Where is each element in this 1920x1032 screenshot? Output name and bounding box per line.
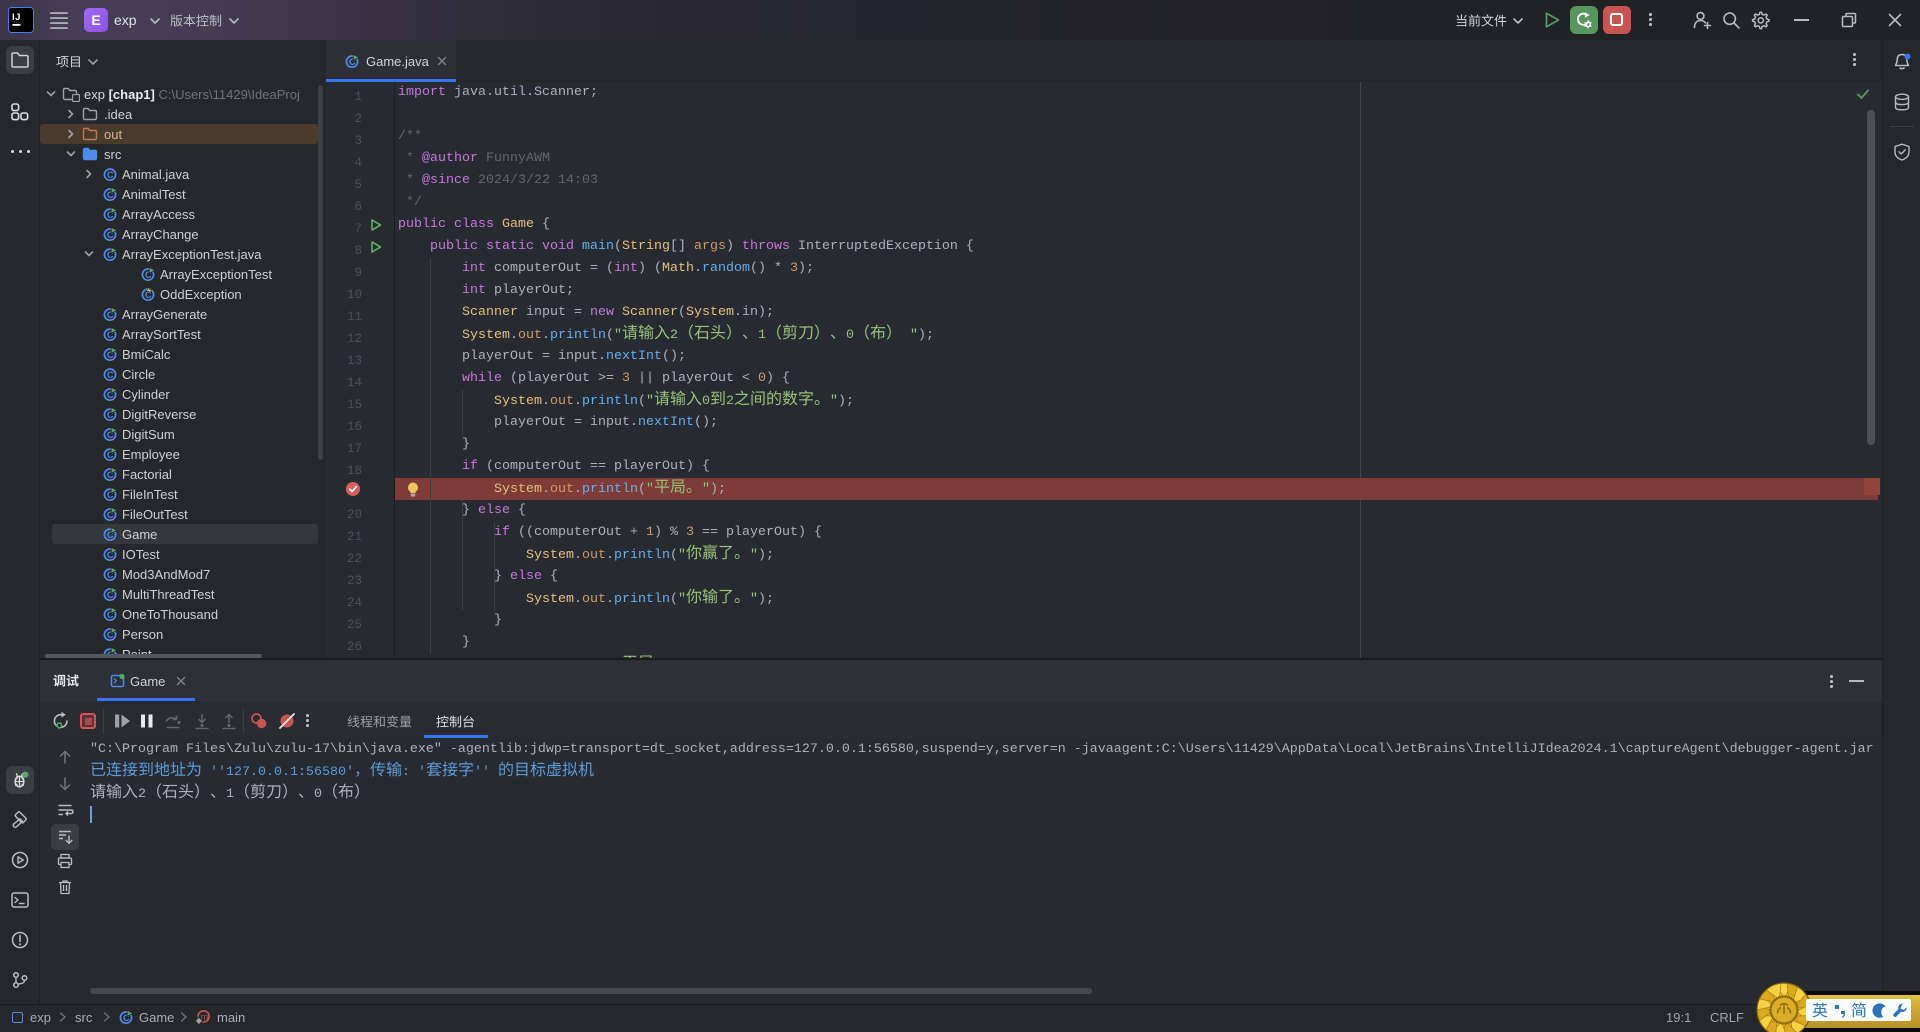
svg-text:C: C: [107, 370, 114, 380]
svg-text:IJ: IJ: [12, 12, 21, 23]
svg-text:C: C: [145, 290, 152, 300]
svg-text:C: C: [107, 170, 114, 180]
